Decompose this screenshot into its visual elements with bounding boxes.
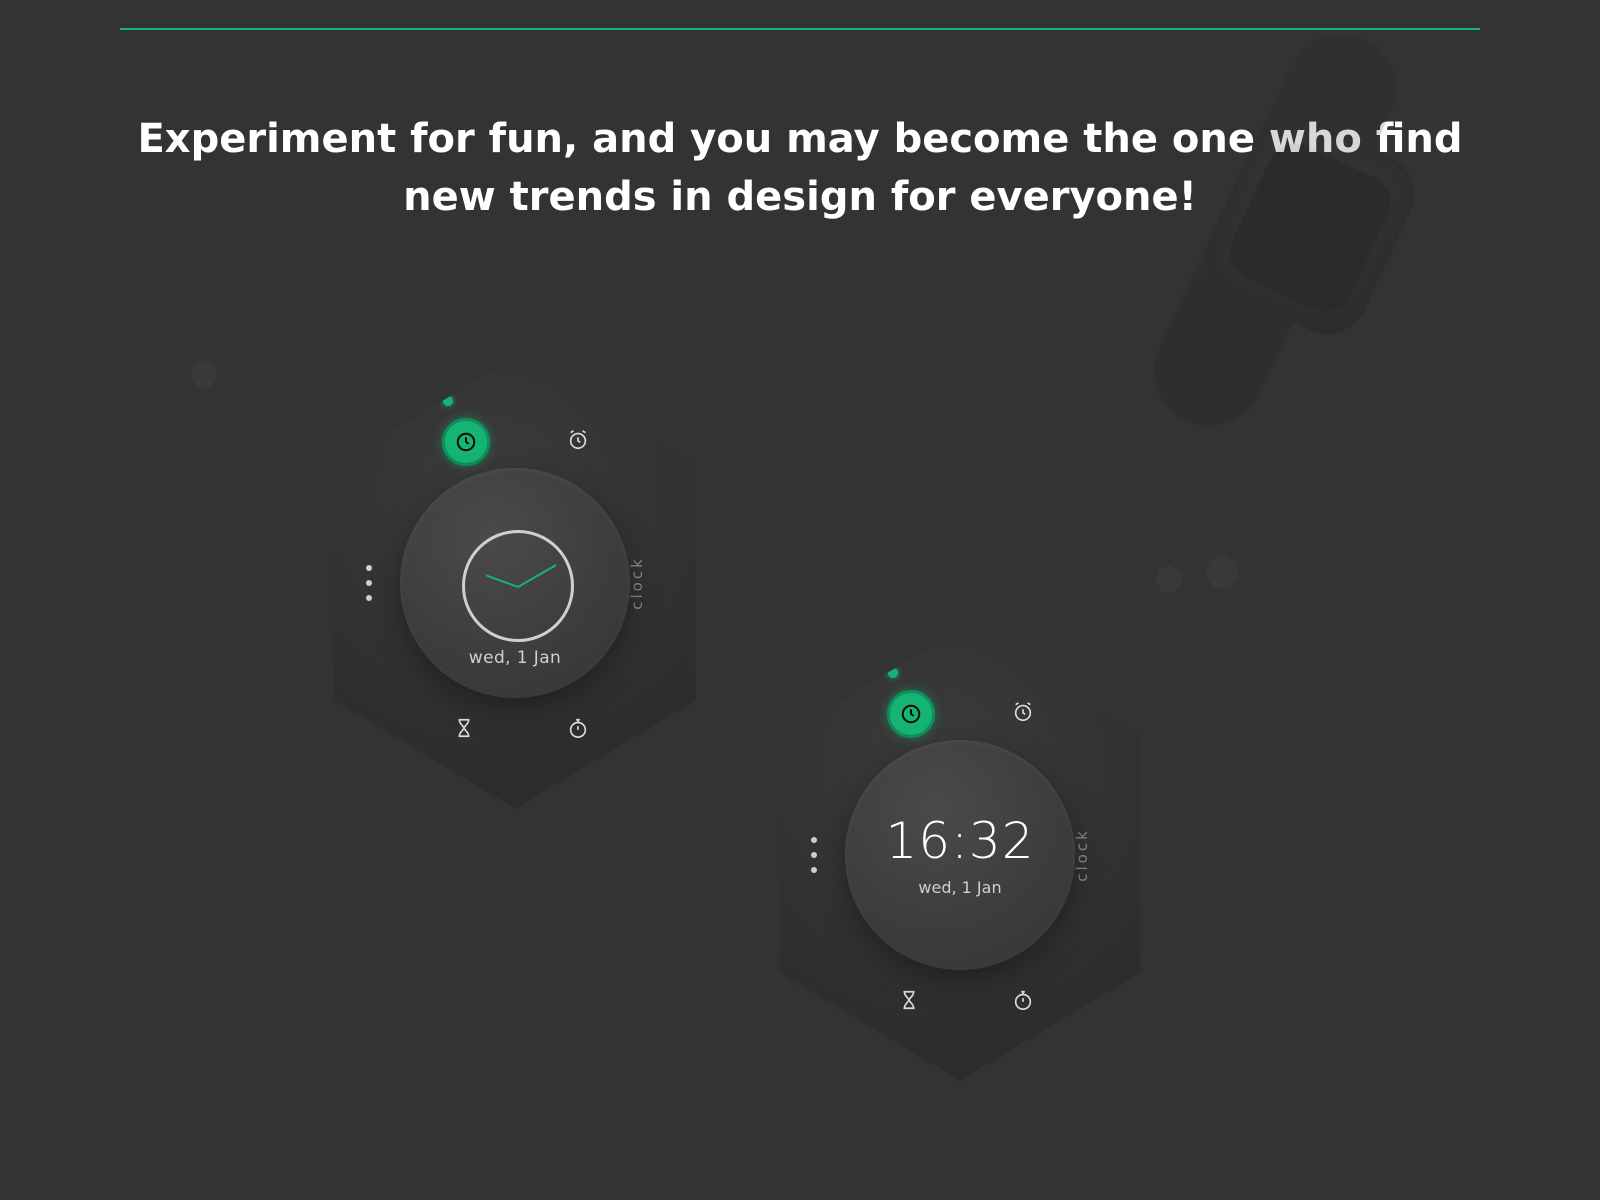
- alarm-icon[interactable]: [560, 422, 596, 458]
- stopwatch-icon[interactable]: [1005, 982, 1041, 1018]
- decor-poly: [1205, 555, 1239, 589]
- minute-hand: [518, 564, 557, 588]
- hourglass-icon[interactable]: [446, 710, 482, 746]
- clock-widget-analog: clock wed, 1 Jan: [300, 348, 730, 818]
- more-icon[interactable]: [811, 837, 817, 873]
- decor-poly: [190, 360, 218, 388]
- watch-ghost-bg: [1060, 0, 1560, 460]
- clock-widget-digital: clock 16:32 wed, 1 Jan: [745, 620, 1175, 1090]
- status-dot: [443, 396, 453, 406]
- mode-label: clock: [628, 556, 646, 610]
- more-icon[interactable]: [366, 565, 372, 601]
- clock-icon[interactable]: [442, 418, 490, 466]
- decor-poly: [1155, 565, 1183, 593]
- hour-hand: [486, 574, 519, 588]
- date-label: wed, 1 Jan: [400, 648, 630, 668]
- status-dot: [888, 668, 898, 678]
- alarm-icon[interactable]: [1005, 694, 1041, 730]
- center-disc[interactable]: 16:32 wed, 1 Jan: [845, 740, 1075, 970]
- time-label: 16:32: [845, 812, 1075, 870]
- analog-clock-ring: [462, 530, 574, 642]
- center-disc[interactable]: wed, 1 Jan: [400, 468, 630, 698]
- clock-icon[interactable]: [887, 690, 935, 738]
- date-label: wed, 1 Jan: [845, 878, 1075, 897]
- mode-label: clock: [1073, 828, 1091, 882]
- stopwatch-icon[interactable]: [560, 710, 596, 746]
- hourglass-icon[interactable]: [891, 982, 927, 1018]
